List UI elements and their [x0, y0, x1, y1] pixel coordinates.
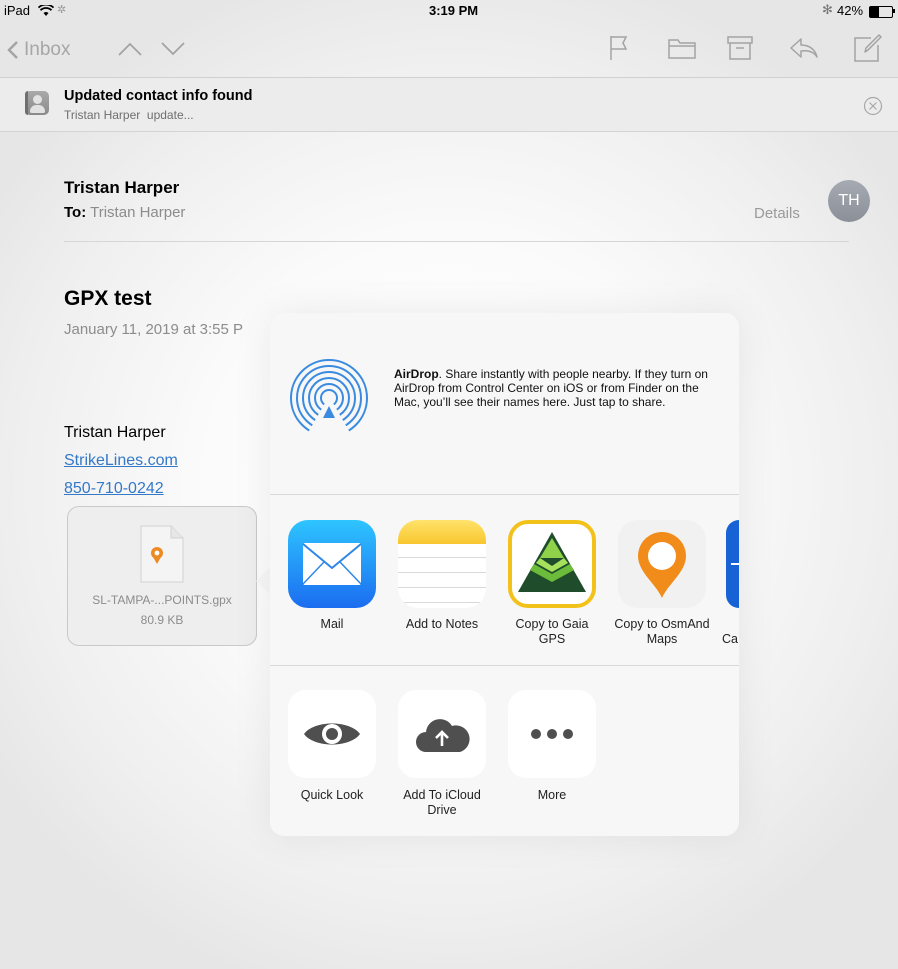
details-link[interactable]: Details [754, 205, 800, 222]
battery-icon [869, 6, 893, 18]
header-divider [64, 241, 849, 242]
contact-suggestion-banner[interactable]: Updated contact info found Tristan Harpe… [0, 78, 898, 132]
action-label: Add To iCloud Drive [403, 788, 481, 817]
email-date: January 11, 2019 at 3:55 P [64, 321, 244, 338]
archive-icon[interactable] [727, 36, 753, 60]
to-value[interactable]: Tristan Harper [90, 204, 185, 221]
sheet-divider-bottom [270, 665, 739, 666]
signature-name: Tristan Harper [64, 424, 166, 441]
app-label: Mail [320, 617, 344, 631]
signature-website-link[interactable]: StrikeLines.com [64, 452, 178, 470]
close-circle-icon[interactable] [863, 96, 883, 116]
flag-icon[interactable] [609, 35, 629, 61]
airdrop-icon[interactable] [289, 358, 369, 438]
app-label: Copy to OsmAnd Maps [614, 617, 710, 646]
mail-toolbar: Inbox [0, 22, 898, 78]
avatar[interactable]: TH [828, 180, 870, 222]
action-label: More [537, 788, 567, 802]
avatar-initials: TH [838, 192, 860, 209]
mail-app-icon[interactable] [288, 520, 376, 608]
chevron-down-icon[interactable] [160, 41, 186, 57]
app-label: Add to Notes [405, 617, 479, 631]
app-label: Copy to Gaia GPS [515, 617, 589, 646]
app-label: Ca [722, 632, 738, 646]
chevron-left-icon [7, 41, 18, 59]
back-label: Inbox [24, 39, 71, 60]
status-time: 3:19 PM [429, 3, 479, 18]
airdrop-title: AirDrop [394, 367, 439, 381]
contacts-icon [25, 91, 49, 115]
map-pin-icon [638, 532, 686, 598]
chevron-up-icon[interactable] [117, 41, 143, 57]
banner-title: Updated contact info found [64, 88, 253, 104]
compose-icon[interactable] [853, 33, 883, 63]
status-bar: iPad ✲ 3:19 PM ✻ 42% [0, 0, 898, 22]
more-ellipsis-icon [531, 729, 573, 739]
reply-icon[interactable] [789, 37, 819, 59]
airdrop-description: AirDrop. Share instantly with people nea… [394, 367, 719, 409]
sheet-divider-top [270, 494, 739, 495]
action-label: Quick Look [300, 788, 364, 802]
battery-tip [893, 9, 895, 13]
activity-spinner-icon: ✲ [57, 4, 67, 16]
folder-icon[interactable] [668, 37, 696, 59]
attachment-tile[interactable]: SL-TAMPA-...POINTS.gpx 80.9 KB [67, 506, 257, 646]
mountain-icon [518, 532, 586, 592]
recipient-line: To: Tristan Harper [64, 204, 185, 221]
eye-icon [304, 723, 360, 745]
attachment-size: 80.9 KB [140, 613, 184, 627]
icloud-drive-button[interactable] [398, 690, 486, 778]
gaia-gps-app-icon[interactable] [508, 520, 596, 608]
icloud-upload-icon [416, 719, 470, 752]
gpx-file-icon [140, 525, 184, 583]
attachment-name: SL-TAMPA-...POINTS.gpx [92, 593, 232, 607]
sender-name: Tristan Harper [64, 178, 180, 197]
more-button[interactable] [508, 690, 596, 778]
email-subject: GPX test [64, 287, 152, 310]
signature-phone-link[interactable]: 850-710-0242 [64, 480, 164, 498]
device-label: iPad [4, 3, 31, 18]
popover-arrow [256, 568, 270, 594]
share-sheet: AirDrop. Share instantly with people nea… [270, 313, 739, 836]
notes-app-icon[interactable] [398, 520, 486, 608]
envelope-icon [302, 543, 362, 585]
partial-app-icon[interactable] [726, 520, 739, 608]
osmand-maps-app-icon[interactable] [618, 520, 706, 608]
battery-percent: 42% [837, 3, 864, 18]
banner-subtitle: Tristan Harper update... [64, 108, 194, 122]
airdrop-text: . Share instantly with people nearby. If… [394, 367, 708, 409]
wifi-icon [38, 5, 54, 16]
quick-look-button[interactable] [288, 690, 376, 778]
to-label: To: [64, 204, 87, 221]
bluetooth-icon: ✻ [822, 2, 833, 17]
